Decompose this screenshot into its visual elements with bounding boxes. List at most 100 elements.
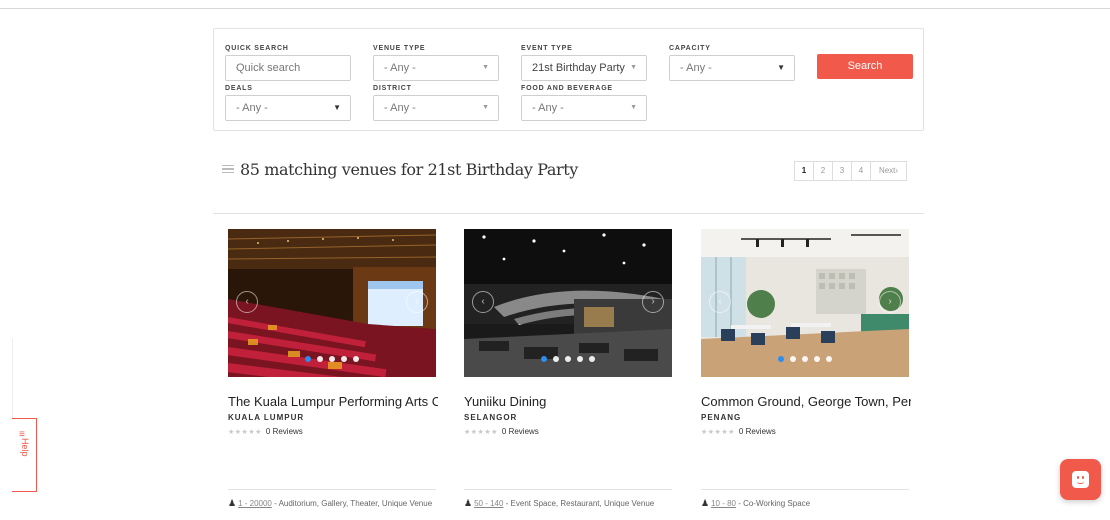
next-page-link[interactable]: Next› bbox=[870, 161, 907, 181]
carousel-dot[interactable] bbox=[341, 356, 347, 362]
venue-card[interactable]: ‹ › Yuniiku Dining SELANGOR ★★★★★ 0 Revi… bbox=[464, 229, 674, 508]
deals-label: DEALS bbox=[225, 85, 253, 92]
person-icon: ♟ bbox=[464, 498, 473, 508]
next-photo-arrow[interactable]: › bbox=[406, 291, 428, 313]
carousel-dot[interactable] bbox=[814, 356, 820, 362]
venue-name[interactable]: Common Ground, George Town, Pen bbox=[701, 394, 911, 411]
food-beverage-value: - Any - bbox=[532, 102, 564, 114]
venue-name[interactable]: The Kuala Lumpur Performing Arts C bbox=[228, 394, 438, 411]
prev-photo-arrow[interactable]: ‹ bbox=[236, 291, 258, 313]
capacity-value: - Any - bbox=[680, 62, 712, 74]
carousel-dot[interactable] bbox=[353, 356, 359, 362]
event-type-field: EVENT TYPE 21st Birthday Party ▼ bbox=[521, 44, 647, 81]
chevron-down-icon: ▼ bbox=[482, 64, 489, 71]
card-divider bbox=[228, 489, 436, 490]
carousel-dot[interactable] bbox=[589, 356, 595, 362]
carousel-dot[interactable] bbox=[317, 356, 323, 362]
capacity-select[interactable]: - Any - ▼ bbox=[669, 55, 795, 81]
coworking-photo bbox=[701, 229, 909, 377]
review-count: 0 Reviews bbox=[738, 427, 776, 436]
venue-type-value: - Any - bbox=[384, 62, 416, 74]
chevron-down-icon: ▼ bbox=[630, 64, 637, 71]
page-link-2[interactable]: 2 bbox=[813, 161, 833, 181]
chevron-down-icon: ▼ bbox=[630, 104, 637, 111]
carousel-dot[interactable] bbox=[790, 356, 796, 362]
venue-reviews: ★★★★★ 0 Reviews bbox=[701, 427, 909, 436]
person-icon: ♟ bbox=[228, 498, 237, 508]
chat-button[interactable] bbox=[1060, 459, 1101, 500]
food-beverage-select[interactable]: - Any - ▼ bbox=[521, 95, 647, 121]
prev-photo-arrow[interactable]: ‹ bbox=[709, 291, 731, 313]
quick-search-field: QUICK SEARCH Quick search bbox=[225, 44, 351, 81]
venue-card[interactable]: ‹ › The Kuala Lumpur Performing Arts C K… bbox=[228, 229, 438, 508]
help-tab[interactable]: ≡ Help bbox=[12, 418, 37, 492]
venue-types: - Co-Working Space bbox=[738, 499, 811, 508]
food-beverage-label: FOOD AND BEVERAGE bbox=[521, 85, 613, 92]
venue-photo[interactable]: ‹ › bbox=[701, 229, 909, 377]
pagination: 1 2 3 4 Next› bbox=[794, 161, 907, 181]
venue-photo[interactable]: ‹ › bbox=[228, 229, 436, 377]
photo-dots bbox=[701, 356, 909, 362]
venue-type-label: VENUE TYPE bbox=[373, 45, 426, 52]
carousel-dot[interactable] bbox=[577, 356, 583, 362]
capacity-field: CAPACITY - Any - ▼ bbox=[669, 44, 795, 81]
district-field: DISTRICT - Any - ▼ bbox=[373, 84, 499, 121]
carousel-dot[interactable] bbox=[826, 356, 832, 362]
deals-select[interactable]: - Any - ▼ bbox=[225, 95, 351, 121]
district-select[interactable]: - Any - ▼ bbox=[373, 95, 499, 121]
results-heading: 85 matching venues for 21st Birthday Par… bbox=[222, 156, 578, 182]
event-type-select[interactable]: 21st Birthday Party ▼ bbox=[521, 55, 647, 81]
card-divider bbox=[464, 489, 672, 490]
event-type-label: EVENT TYPE bbox=[521, 45, 573, 52]
venue-card[interactable]: ‹ › Common Ground, George Town, Pen PENA… bbox=[701, 229, 911, 508]
deals-field: DEALS - Any - ▼ bbox=[225, 84, 351, 121]
district-label: DISTRICT bbox=[373, 85, 412, 92]
venue-types: - Auditorium, Gallery, Theater, Unique V… bbox=[274, 499, 433, 508]
left-divider bbox=[12, 338, 13, 420]
venue-region: KUALA LUMPUR bbox=[228, 413, 305, 422]
restaurant-photo bbox=[464, 229, 672, 377]
page-link-4[interactable]: 4 bbox=[851, 161, 871, 181]
star-rating-icon: ★★★★★ bbox=[701, 428, 735, 436]
venue-photo[interactable]: ‹ › bbox=[464, 229, 672, 377]
venue-region: SELANGOR bbox=[464, 413, 518, 422]
list-icon bbox=[222, 164, 234, 174]
page-link-1[interactable]: 1 bbox=[794, 161, 814, 181]
carousel-dot[interactable] bbox=[305, 356, 311, 362]
venue-region: PENANG bbox=[701, 413, 742, 422]
venue-meta: ♟ 50 - 140 - Event Space, Restaurant, Uni… bbox=[464, 498, 672, 509]
carousel-dot[interactable] bbox=[541, 356, 547, 362]
capacity-label: CAPACITY bbox=[669, 45, 711, 52]
venue-type-select[interactable]: - Any - ▼ bbox=[373, 55, 499, 81]
top-divider bbox=[0, 8, 1110, 9]
venue-types: - Event Space, Restaurant, Unique Venue bbox=[505, 499, 655, 508]
next-photo-arrow[interactable]: › bbox=[879, 291, 901, 313]
person-icon: ♟ bbox=[701, 498, 710, 508]
quick-search-input[interactable]: Quick search bbox=[225, 55, 351, 81]
deals-value: - Any - bbox=[236, 102, 268, 114]
venue-type-field: VENUE TYPE - Any - ▼ bbox=[373, 44, 499, 81]
venue-reviews: ★★★★★ 0 Reviews bbox=[464, 427, 672, 436]
chevron-down-icon: ▼ bbox=[333, 103, 341, 112]
venue-meta: ♟ 1 - 20000 - Auditorium, Gallery, Theate… bbox=[228, 498, 436, 509]
venue-capacity: 50 - 140 bbox=[474, 499, 504, 508]
venue-meta: ♟ 10 - 80 - Co-Working Space bbox=[701, 498, 909, 509]
venue-reviews: ★★★★★ 0 Reviews bbox=[228, 427, 436, 436]
search-button[interactable]: Search bbox=[817, 54, 913, 79]
help-label: Help bbox=[20, 438, 30, 457]
search-panel: QUICK SEARCH Quick search VENUE TYPE - A… bbox=[213, 28, 924, 131]
card-divider bbox=[701, 489, 909, 490]
carousel-dot[interactable] bbox=[778, 356, 784, 362]
carousel-dot[interactable] bbox=[802, 356, 808, 362]
review-count: 0 Reviews bbox=[501, 427, 539, 436]
carousel-dot[interactable] bbox=[565, 356, 571, 362]
carousel-dot[interactable] bbox=[329, 356, 335, 362]
page-link-3[interactable]: 3 bbox=[832, 161, 852, 181]
prev-photo-arrow[interactable]: ‹ bbox=[472, 291, 494, 313]
next-photo-arrow[interactable]: › bbox=[642, 291, 664, 313]
venue-name[interactable]: Yuniiku Dining bbox=[464, 394, 674, 411]
district-value: - Any - bbox=[384, 102, 416, 114]
carousel-dot[interactable] bbox=[553, 356, 559, 362]
event-type-value: 21st Birthday Party bbox=[532, 62, 625, 74]
theater-photo bbox=[228, 229, 436, 377]
